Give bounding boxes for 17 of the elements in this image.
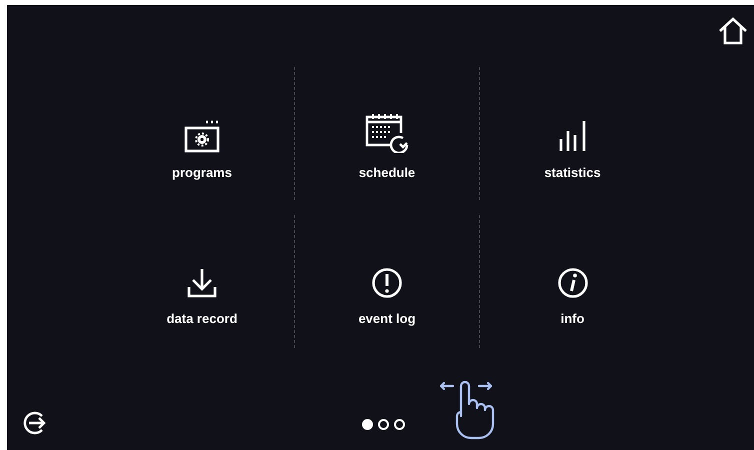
info-icon (556, 267, 588, 299)
menu-label[interactable]: info (560, 311, 584, 326)
window-gear-icon (184, 119, 220, 153)
exclamation-circle-icon (371, 267, 403, 299)
page-dot[interactable] (362, 419, 373, 430)
menu-label[interactable]: programs (172, 165, 232, 180)
menu-label[interactable]: data record (166, 311, 238, 326)
page-dot[interactable] (394, 419, 405, 430)
page-dot[interactable] (378, 419, 389, 430)
exit-icon[interactable] (22, 410, 48, 436)
calendar-clock-icon (365, 113, 409, 153)
download-icon (186, 267, 218, 299)
menu-label[interactable]: statistics (544, 165, 601, 180)
home-icon[interactable] (718, 17, 748, 45)
menu-label[interactable]: event log (358, 311, 416, 326)
bar-lines-icon (558, 119, 588, 153)
menu-label[interactable]: schedule (358, 165, 416, 180)
